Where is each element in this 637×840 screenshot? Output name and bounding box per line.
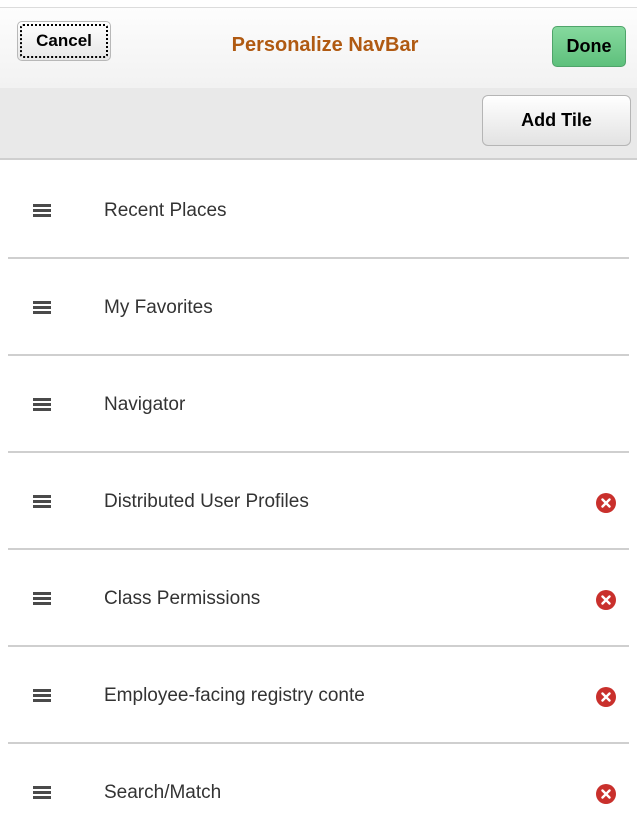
drag-handle-icon[interactable] [33, 689, 51, 703]
drag-handle-icon[interactable] [33, 204, 51, 218]
x-mark [601, 789, 611, 799]
drag-handle-bar [33, 689, 51, 692]
drag-handle-icon[interactable] [33, 786, 51, 800]
drag-handle-bar [33, 602, 51, 605]
drag-handle-bar [33, 699, 51, 702]
tile-row[interactable]: Distributed User Profiles [8, 453, 629, 550]
tile-label: Recent Places [104, 200, 227, 221]
add-tile-button[interactable]: Add Tile [482, 95, 631, 146]
drag-handle-bar [33, 592, 51, 595]
toolbar: Add Tile [0, 88, 637, 160]
drag-handle-bar [33, 214, 51, 217]
page-title: Personalize NavBar [231, 34, 419, 56]
drag-handle-bar [33, 408, 51, 411]
personalize-navbar-page: Cancel Personalize NavBar Done Add Tile … [0, 0, 637, 840]
tile-row[interactable]: Search/Match [8, 744, 629, 840]
drag-handle-bar [33, 398, 51, 401]
tile-label: My Favorites [104, 297, 213, 318]
drag-handle-bar [33, 306, 51, 309]
drag-handle-bar [33, 204, 51, 207]
delete-icon[interactable] [596, 784, 616, 804]
drag-handle-icon[interactable] [33, 398, 51, 412]
delete-icon[interactable] [596, 687, 616, 707]
tile-row[interactable]: Navigator [8, 356, 629, 453]
tile-row[interactable]: Class Permissions [8, 550, 629, 647]
tile-row[interactable]: Recent Places [8, 162, 629, 259]
drag-handle-bar [33, 791, 51, 794]
tile-row[interactable]: Employee-facing registry conte [8, 647, 629, 744]
drag-handle-bar [33, 694, 51, 697]
drag-handle-bar [33, 505, 51, 508]
delete-icon[interactable] [596, 590, 616, 610]
drag-handle-icon[interactable] [33, 301, 51, 315]
tile-label: Employee-facing registry conte [104, 685, 365, 706]
tile-label: Class Permissions [104, 588, 261, 609]
drag-handle-bar [33, 403, 51, 406]
tile-label: Navigator [104, 394, 186, 415]
cancel-button[interactable]: Cancel [17, 21, 111, 61]
tile-label: Distributed User Profiles [104, 491, 309, 512]
drag-handle-bar [33, 796, 51, 799]
done-button[interactable]: Done [552, 26, 626, 67]
drag-handle-bar [33, 500, 51, 503]
drag-handle-bar [33, 597, 51, 600]
tile-row[interactable]: My Favorites [8, 259, 629, 356]
tile-label: Search/Match [104, 782, 222, 803]
delete-icon[interactable] [596, 493, 616, 513]
drag-handle-icon[interactable] [33, 495, 51, 509]
tile-list: Recent Places My Favorites Navigator Distri… [0, 162, 637, 840]
drag-handle-bar [33, 786, 51, 789]
x-mark [601, 692, 611, 702]
drag-handle-bar [33, 209, 51, 212]
header-bar: Cancel Personalize NavBar Done [0, 8, 637, 88]
drag-handle-bar [33, 495, 51, 498]
drag-handle-icon[interactable] [33, 592, 51, 606]
drag-handle-bar [33, 301, 51, 304]
x-mark [601, 498, 611, 508]
drag-handle-bar [33, 311, 51, 314]
x-mark [601, 595, 611, 605]
cancel-button-label: Cancel [36, 31, 92, 50]
